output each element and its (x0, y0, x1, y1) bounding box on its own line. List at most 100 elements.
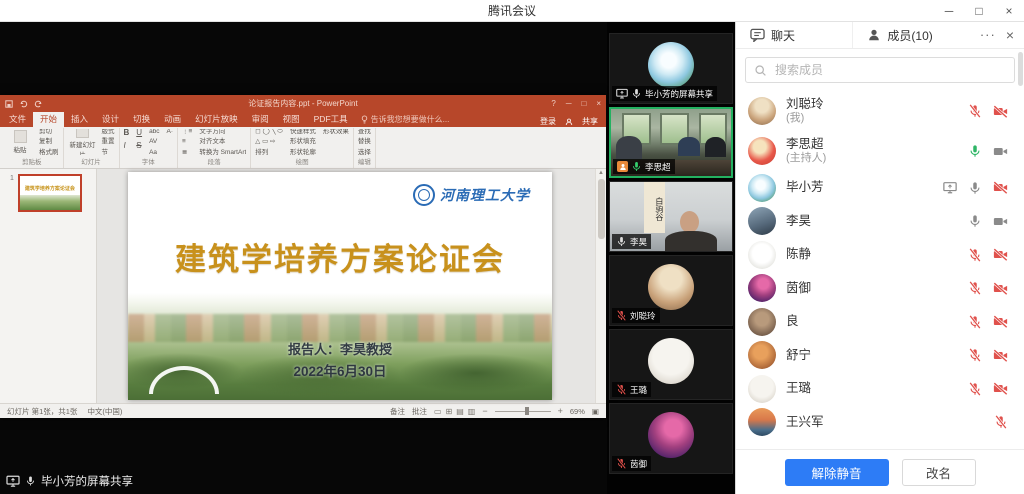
signin-label: 登录 (540, 116, 556, 127)
participant-name: 刘聪玲 (630, 310, 656, 322)
chat-icon (750, 28, 765, 42)
maximize-button[interactable]: □ (964, 0, 994, 21)
screen-share-icon (6, 475, 20, 487)
member-row-毕小芳[interactable]: 毕小芳 (736, 171, 1024, 205)
rename-button[interactable]: 改名 (902, 459, 976, 486)
ppt-minimize-icon: ─ (566, 99, 572, 108)
camera-icon[interactable] (993, 215, 1008, 228)
mic-icon[interactable] (968, 144, 982, 158)
camera-off-icon[interactable] (993, 382, 1008, 395)
video-tile-刘聪玲[interactable]: 刘聪玲 (609, 255, 733, 326)
ppt-titlebar: 论证报告内容.ppt - PowerPoint ? ─ □ × (0, 95, 606, 112)
camera-off-icon[interactable] (993, 248, 1008, 261)
tab-chat[interactable]: 聊天 (736, 22, 852, 48)
ppt-tab-6: 动画 (157, 111, 188, 127)
screen-share-icon[interactable] (943, 181, 957, 194)
meeting-title: 腾讯会议 (488, 2, 536, 19)
search-input[interactable] (773, 62, 1006, 78)
member-row-茵御[interactable]: 茵御 (736, 272, 1024, 306)
share-label: 共享 (582, 116, 598, 127)
ribbon-button: I (124, 140, 130, 151)
member-text: 王璐 (786, 381, 811, 396)
member-row-王兴军[interactable]: 王兴军 (736, 406, 1024, 440)
panel-close-icon[interactable]: × (1006, 27, 1014, 43)
member-status-icons (994, 415, 1008, 429)
video-tile-王璐[interactable]: 王璐 (609, 329, 733, 400)
member-role: (我) (786, 112, 824, 125)
panel-footer: 解除静音 改名 (736, 449, 1024, 494)
ppt-status-bar: 幻灯片 第1张，共1张 中文(中国) 备注 批注 ▭⊞▤▥ − + 69% ▣ (0, 403, 606, 418)
member-text: 舒宁 (786, 348, 811, 363)
ppt-signin-area: 登录 共享 (540, 116, 606, 127)
video-tile-茵御[interactable]: 茵御 (609, 403, 733, 474)
avatar (748, 241, 776, 269)
member-row-李思超[interactable]: 李思超(主持人) (736, 131, 1024, 171)
panel-scrollbar-thumb[interactable] (1018, 52, 1023, 86)
ppt-window-controls: ? ─ □ × (551, 99, 601, 108)
ribbon-button: ≣ (182, 148, 192, 155)
ribbon-group-6: 查找替换选择编辑 (354, 128, 376, 168)
member-row-刘聪玲[interactable]: 刘聪玲(我) (736, 91, 1024, 131)
video-tile-李昊[interactable]: 白驹谷 李昊 (609, 181, 733, 252)
view-switch-icons: ▭⊞▤▥ (434, 407, 475, 416)
screen-share-banner-text: 毕小芳的屏幕共享 (41, 473, 133, 489)
member-row-李昊[interactable]: 李昊 (736, 205, 1024, 239)
zoom-slider (495, 411, 551, 412)
ribbon-button: 文字方向 (199, 129, 246, 136)
mic-muted-icon[interactable] (968, 382, 982, 396)
member-row-良[interactable]: 良 (736, 305, 1024, 339)
ribbon-button: 格式刷 (39, 148, 59, 155)
participant-avatar (648, 42, 694, 88)
video-tile-毕小芳的屏幕共享[interactable]: 毕小芳的屏幕共享 (609, 33, 733, 104)
mic-muted-icon[interactable] (994, 415, 1008, 429)
mic-muted-icon[interactable] (968, 281, 982, 295)
member-text: 刘聪玲(我) (786, 97, 824, 125)
ribbon-button: 转换为 SmartArt (199, 148, 246, 155)
tile-name-label: 茵御 (612, 456, 651, 471)
camera-off-icon[interactable] (993, 282, 1008, 295)
video-tile-李思超[interactable]: 李思超 (609, 107, 733, 178)
zoom-in-icon: + (558, 406, 563, 416)
participant-name: 茵御 (630, 458, 647, 470)
ribbon-group-2: 新建幻灯片版式重置节幻灯片 (64, 128, 120, 168)
camera-off-icon[interactable] (993, 349, 1008, 362)
ppt-slide-thumbnail-panel: 1 建筑学培养方案论证会 (0, 169, 97, 403)
camera-off-icon[interactable] (993, 315, 1008, 328)
minimize-button[interactable]: ─ (934, 0, 964, 21)
tile-name-label: 刘聪玲 (612, 308, 660, 323)
mic-muted-icon[interactable] (968, 248, 982, 262)
mic-muted-icon[interactable] (968, 104, 982, 118)
member-row-王璐[interactable]: 王璐 (736, 372, 1024, 406)
more-options-icon[interactable]: ··· (980, 31, 996, 39)
tile-name-label: 李思超 (613, 159, 675, 174)
member-row-陈静[interactable]: 陈静 (736, 238, 1024, 272)
camera-off-icon[interactable] (993, 105, 1008, 118)
ribbon-button: 快速样式 (290, 129, 316, 136)
mic-muted-icon[interactable] (968, 348, 982, 362)
member-search-box[interactable] (745, 57, 1015, 83)
avatar (748, 174, 776, 202)
member-text: 李昊 (786, 214, 811, 229)
ppt-tab-1: 文件 (2, 111, 33, 127)
ribbon-group-label: 幻灯片 (68, 155, 115, 168)
ribbon-button: 节 (102, 148, 115, 155)
close-button[interactable]: × (994, 0, 1024, 21)
scroll-up-icon: ▲ (598, 170, 604, 176)
mic-icon[interactable] (968, 181, 982, 195)
camera-icon[interactable] (993, 145, 1008, 158)
mic-muted-icon (616, 384, 627, 395)
lightbulb-icon (361, 115, 368, 124)
tab-members[interactable]: 成员(10) (852, 22, 969, 48)
university-emblem-icon (413, 184, 435, 206)
mic-icon[interactable] (968, 214, 982, 228)
member-text: 茵御 (786, 281, 811, 296)
panel-tab-bar: 聊天 成员(10) ··· × (736, 22, 1024, 49)
unmute-button[interactable]: 解除静音 (785, 459, 889, 486)
participant-name: 王璐 (630, 384, 647, 396)
tab-members-label: 成员(10) (887, 27, 932, 44)
member-row-舒宁[interactable]: 舒宁 (736, 339, 1024, 373)
mic-muted-icon[interactable] (968, 315, 982, 329)
participant-name: 李思超 (645, 161, 671, 173)
ribbon-button: Aa (149, 148, 159, 155)
camera-off-icon[interactable] (993, 181, 1008, 194)
